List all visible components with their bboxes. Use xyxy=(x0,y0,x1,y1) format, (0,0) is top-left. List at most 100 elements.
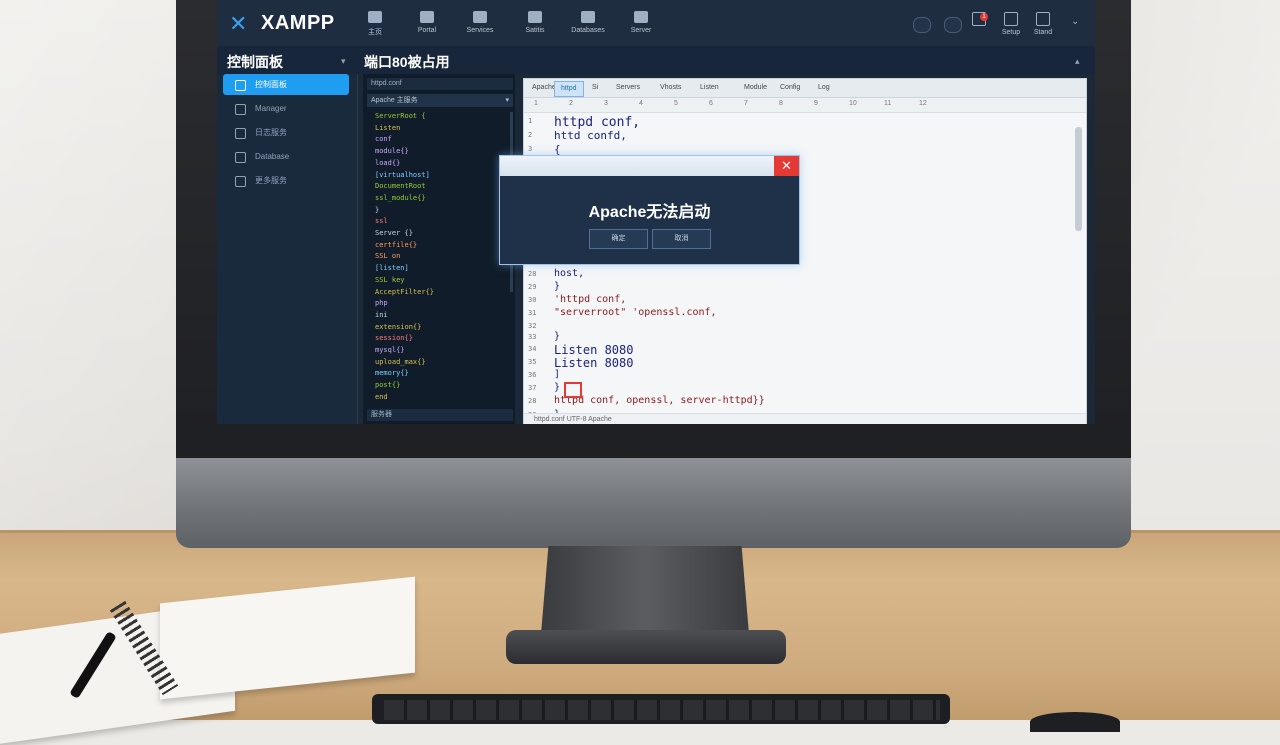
code-line[interactable]: "serverroot" 'openssl.conf, xyxy=(554,307,717,318)
code-line[interactable]: host, xyxy=(554,268,584,279)
editor-tab[interactable]: Config xyxy=(774,81,806,95)
nav-server[interactable]: Server xyxy=(616,6,666,34)
editor-tab[interactable]: Si xyxy=(586,81,604,95)
file-code-line: certfile{} xyxy=(375,240,418,249)
nav-services[interactable]: Services xyxy=(455,6,505,34)
line-number: 30 xyxy=(528,296,537,304)
file-code-line: ssl xyxy=(375,217,388,226)
cancel-button[interactable]: 取消 xyxy=(652,229,711,249)
file-code-line: [listen] xyxy=(375,264,409,273)
code-line[interactable]: } xyxy=(554,281,560,292)
editor-tab-active[interactable]: httpd xyxy=(554,81,584,97)
file-code-line: AcceptFilter{} xyxy=(375,287,435,296)
notification-badge: 1 xyxy=(980,13,988,21)
file-code-line: SSL key xyxy=(375,275,405,284)
error-highlight-box xyxy=(564,382,582,398)
sub-bar xyxy=(217,46,1095,74)
code-line[interactable]: ] xyxy=(554,369,560,380)
database-icon xyxy=(235,152,246,163)
nav-portal[interactable]: Portal xyxy=(402,6,452,34)
app-logo-text: XAMPP xyxy=(261,12,335,34)
file-code-line: end xyxy=(375,392,388,401)
sidebar-item-control-panel[interactable]: 控制面板 xyxy=(223,74,349,95)
line-number: 34 xyxy=(528,345,537,353)
file-code-line: post{} xyxy=(375,381,401,390)
log-icon xyxy=(235,128,246,139)
stand-button[interactable]: Stand xyxy=(1023,10,1063,36)
editor-tab[interactable]: Log xyxy=(812,81,836,95)
caret-down-icon[interactable]: ▾ xyxy=(341,56,346,67)
ruler-number: 4 xyxy=(639,100,643,107)
code-line[interactable]: Listen 8080 xyxy=(554,356,633,370)
ruler-number: 9 xyxy=(814,100,818,107)
editor-tab-bar: Apache httpd Si Servers Vhosts Listen Mo… xyxy=(524,79,1086,98)
file-code-line: SSL on xyxy=(375,252,401,261)
keyboard-keys xyxy=(384,700,940,720)
dialog-titlebar xyxy=(500,156,799,176)
ruler-number: 7 xyxy=(744,100,748,107)
sidebar-item-database[interactable]: Database xyxy=(223,146,349,167)
ruler-number: 2 xyxy=(569,100,573,107)
line-number: 28 xyxy=(528,397,537,405)
sidebar: 控制面板 Manager 日志服务 Database 更多服务 xyxy=(217,74,358,424)
ruler-number: 8 xyxy=(779,100,783,107)
editor-ruler: 1 2 3 4 5 6 7 8 9 10 11 12 xyxy=(524,98,1086,113)
search-toggle[interactable] xyxy=(913,17,931,33)
chevron-down-icon[interactable]: ⌄ xyxy=(1071,16,1079,27)
page-title: 端口80被占用 xyxy=(364,54,450,70)
file-pane: httpd.conf Apache 主服务 ▾ ServerRoot { List… xyxy=(363,74,515,424)
code-line[interactable]: } xyxy=(554,331,560,342)
panel-title: 控制面板 xyxy=(227,54,283,70)
ok-button[interactable]: 确定 xyxy=(589,229,648,249)
code-line[interactable]: 'httpd conf, xyxy=(554,294,626,305)
editor-status-bar: httpd.conf UTF-8 Apache xyxy=(524,413,1086,424)
file-code-line: Listen xyxy=(375,123,401,132)
sidebar-item-logs[interactable]: 日志服务 xyxy=(223,122,349,143)
file-pane-footer: 服务器 xyxy=(367,409,513,421)
code-line[interactable]: httpd conf, openssl, server-httpd}} xyxy=(554,395,765,406)
nav-home[interactable]: 主页 xyxy=(350,6,400,37)
error-dialog: ✕ Apache无法启动 确定 取消 xyxy=(499,155,800,265)
line-number: 32 xyxy=(528,322,537,330)
nav-status[interactable]: Satitis xyxy=(510,6,560,34)
file-code-line: memory{} xyxy=(375,369,409,378)
file-pane-header: httpd.conf xyxy=(367,78,513,90)
line-number: 35 xyxy=(528,358,537,366)
editor-tab[interactable]: Vhosts xyxy=(654,81,687,95)
line-number: 36 xyxy=(528,371,537,379)
code-line[interactable]: httd confd, xyxy=(554,129,627,142)
code-line[interactable]: httpd conf, xyxy=(554,115,640,130)
caret-up-icon[interactable]: ▴ xyxy=(1075,56,1080,67)
file-code-line: conf xyxy=(375,135,392,144)
more-icon xyxy=(235,176,246,187)
file-code-line: upload_max{} xyxy=(375,357,426,366)
monitor-chin xyxy=(176,458,1131,548)
code-line[interactable]: Listen 8080 xyxy=(554,343,633,357)
database-icon xyxy=(581,11,595,23)
ruler-number: 3 xyxy=(604,100,608,107)
close-icon[interactable]: ✕ xyxy=(774,156,799,176)
editor-scrollbar[interactable] xyxy=(1075,127,1082,231)
sidebar-item-more[interactable]: 更多服务 xyxy=(223,170,349,191)
nav-databases[interactable]: Databases xyxy=(563,6,613,34)
ruler-number: 10 xyxy=(849,100,857,107)
editor-tab[interactable]: Listen xyxy=(694,81,725,95)
file-code-line: php xyxy=(375,299,388,308)
editor-tab[interactable]: Module xyxy=(738,81,773,95)
line-number: 29 xyxy=(528,283,537,291)
file-code-line: Server {} xyxy=(375,229,413,237)
notebook xyxy=(0,576,420,745)
file-code-line: module{} xyxy=(375,147,409,156)
file-select[interactable]: Apache 主服务 ▾ xyxy=(367,94,513,107)
mouse xyxy=(1030,712,1120,732)
user-icon xyxy=(1036,12,1050,26)
code-line[interactable]: } xyxy=(554,382,560,393)
line-number: 28 xyxy=(528,270,537,278)
line-number: 31 xyxy=(528,309,537,317)
editor-tab[interactable]: Servers xyxy=(610,81,646,95)
services-icon xyxy=(473,11,487,23)
sidebar-item-manager[interactable]: Manager xyxy=(223,98,349,119)
file-code-line: load{} xyxy=(375,158,401,167)
home-icon xyxy=(235,80,246,91)
file-code-line: ServerRoot { xyxy=(375,112,426,120)
